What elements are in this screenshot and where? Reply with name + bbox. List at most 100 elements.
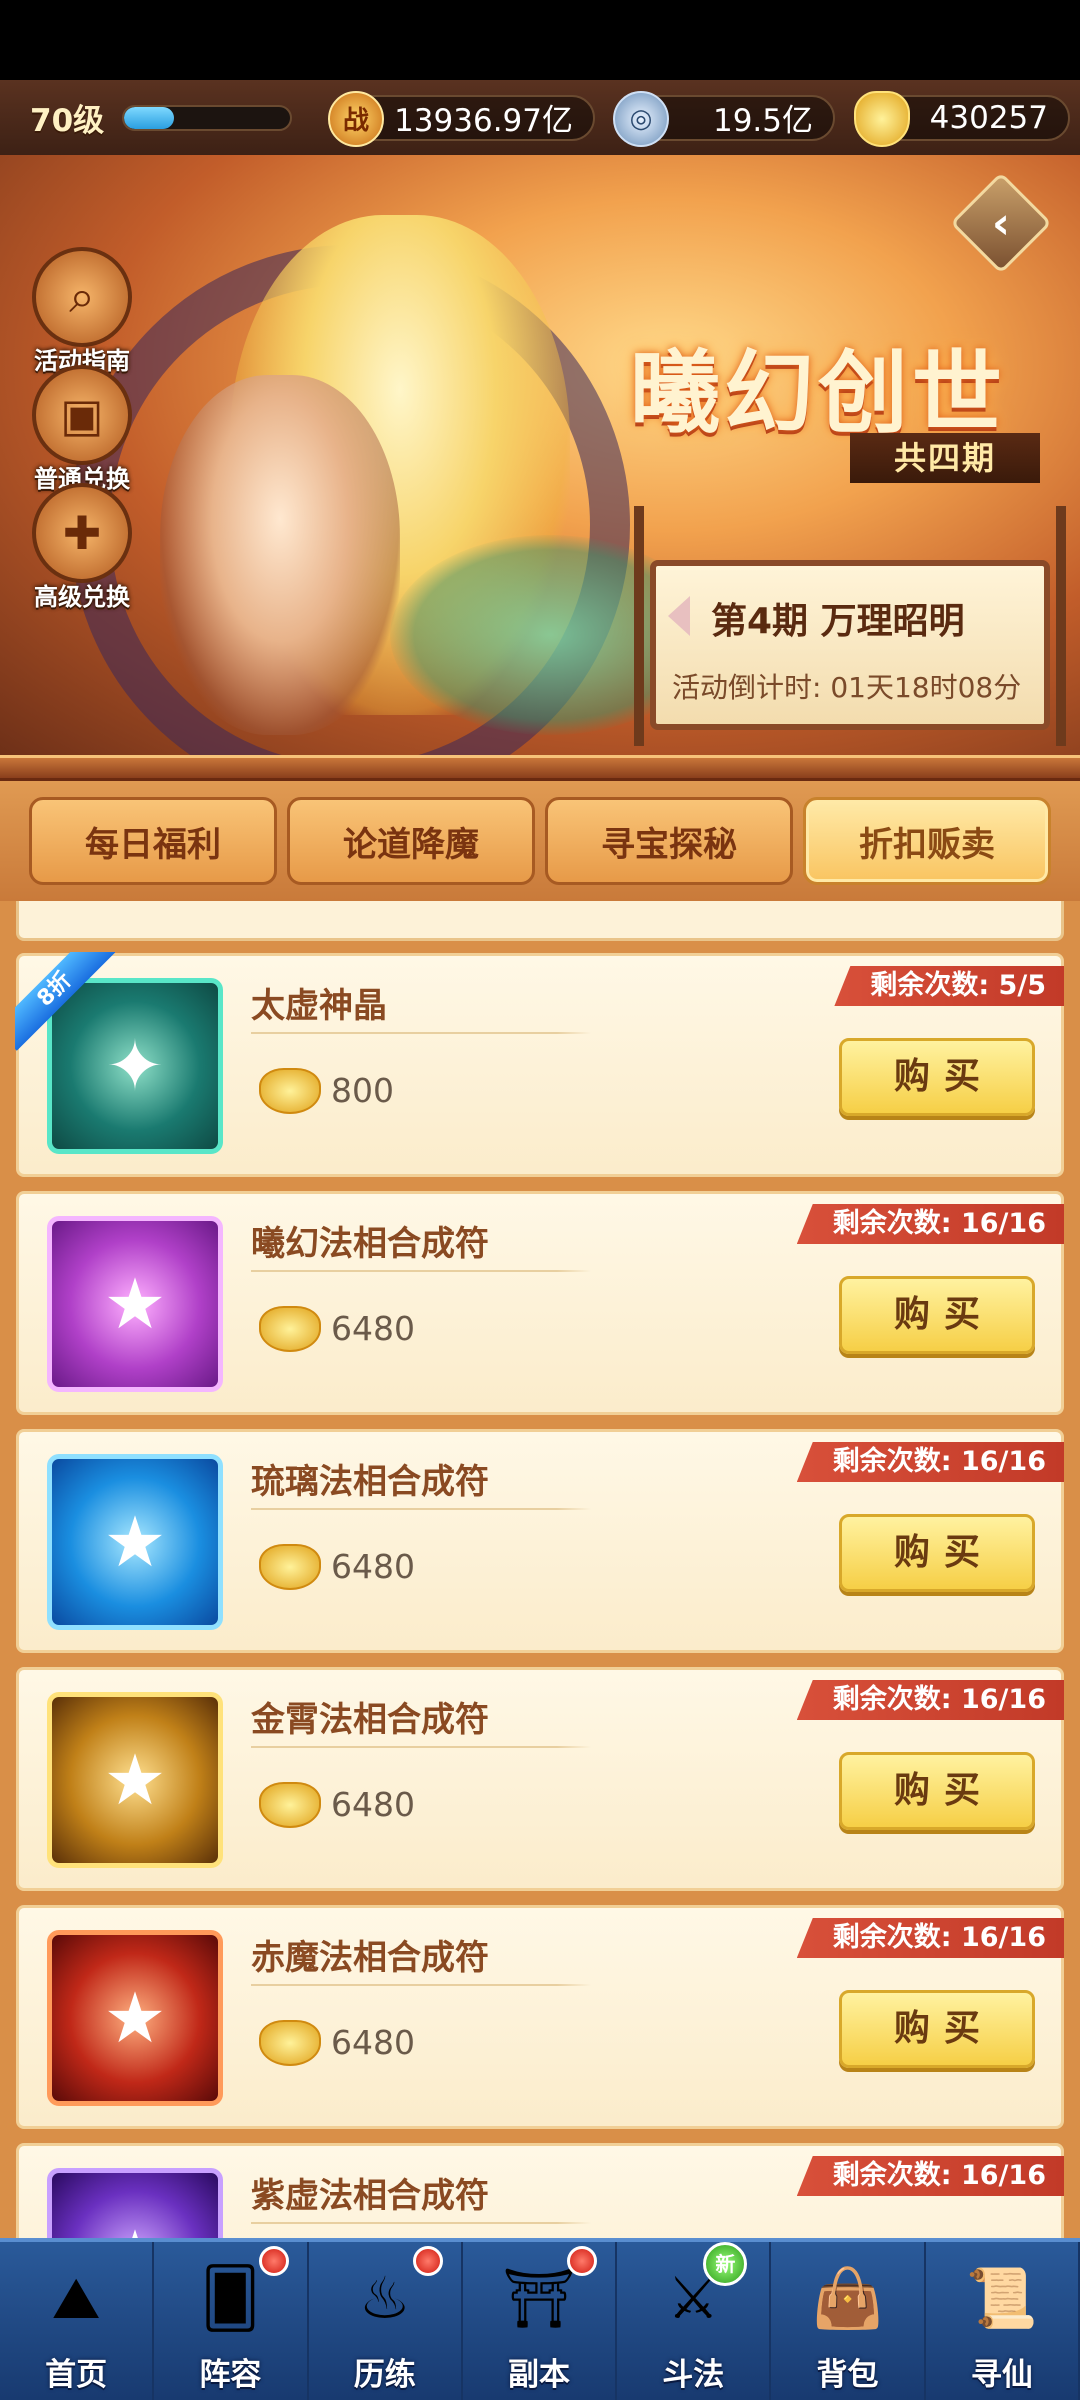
tab-discount-sale[interactable]: 折扣贩卖 [803, 797, 1051, 885]
gold-ingot-icon [259, 1544, 321, 1590]
level-progress-bar [122, 104, 292, 131]
gold-ingot-icon [259, 1068, 321, 1114]
hero-illustration-secondary [160, 375, 400, 735]
item-price: 800 [331, 1071, 394, 1110]
nav-label: 斗法 [662, 2357, 725, 2393]
gold-ingot-icon [259, 2020, 321, 2066]
player-level: 70级 [30, 103, 105, 139]
jinxiao-talisman-icon[interactable]: ★ [47, 1692, 223, 1868]
power-value: 13936.97亿 [394, 103, 573, 139]
remaining-count: 剩余次数: 16/16 [796, 2156, 1064, 2196]
xihuan-talisman-icon[interactable]: ★ [47, 1216, 223, 1392]
gold-divider [0, 755, 1080, 781]
buy-button[interactable]: 购买 [839, 1276, 1035, 1354]
item-name: 曦幻法相合成符 [251, 1224, 489, 1264]
notification-dot [412, 2246, 443, 2276]
phase-name: 第4期 万理昭明 [711, 601, 965, 642]
power-icon: 战 [328, 90, 384, 147]
gold-value: 430257 [929, 99, 1048, 136]
nav-bag[interactable]: 👜 背包 [771, 2242, 926, 2400]
advanced-exchange-label: 高级兑换 [34, 583, 130, 611]
buy-button[interactable]: 购买 [839, 1990, 1035, 2068]
remaining-count: 剩余次数: 16/16 [796, 1442, 1064, 1482]
nav-seek-immortal[interactable]: 📜 寻仙 [926, 2242, 1080, 2400]
liuli-talisman-icon[interactable]: ★ [47, 1454, 223, 1630]
remaining-count: 剩余次数: 5/5 [834, 966, 1064, 1006]
level-progress-fill [124, 106, 174, 129]
gold-display[interactable]: 430257 [854, 90, 1070, 147]
item-price: 6480 [331, 1309, 415, 1348]
prev-phase-arrow-icon[interactable] [668, 596, 690, 636]
nav-label: 历练 [353, 2357, 416, 2393]
tab-demon-debate[interactable]: 论道降魔 [287, 797, 535, 885]
item-divider [251, 1270, 591, 1272]
coin-display[interactable]: ◎ 19.5亿 [613, 90, 835, 147]
gold-ingot-icon [259, 1306, 321, 1352]
chimo-talisman-icon[interactable]: ★ [47, 1930, 223, 2106]
bottom-nav: ⛰ 首页 🂠 阵容 ♨ 历练 ⛩ 副本 ⚔ 新 斗法 👜 背包 📜 寻仙 [0, 2238, 1080, 2400]
tab-bar: 每日福利 论道降魔 寻宝探秘 折扣贩卖 [0, 781, 1080, 901]
status-bar [0, 0, 1080, 80]
countdown-text: 活动倒计时: 01天18时08分 [672, 671, 1022, 704]
guide-button[interactable]: ⌕ 活动指南 [22, 247, 142, 376]
item-name: 太虚神晶 [251, 986, 387, 1026]
item-divider [251, 1032, 591, 1034]
magnifier-icon: ⌕ [32, 247, 132, 347]
nav-dungeon[interactable]: ⛩ 副本 [463, 2242, 618, 2400]
discount-text: 8折 [15, 952, 115, 1051]
buy-button[interactable]: 购买 [839, 1038, 1035, 1116]
item-name: 金霄法相合成符 [251, 1700, 489, 1740]
remaining-count: 剩余次数: 16/16 [796, 1918, 1064, 1958]
item-price: 6480 [331, 2023, 415, 2062]
nav-lineup[interactable]: 🂠 阵容 [154, 2242, 309, 2400]
tab-daily-welfare[interactable]: 每日福利 [29, 797, 277, 885]
item-name: 紫虚法相合成符 [251, 2176, 489, 2216]
item-name: 赤魔法相合成符 [251, 1938, 489, 1978]
item-divider [251, 1746, 591, 1748]
gold-ingot-icon [854, 90, 910, 147]
nav-label: 首页 [45, 2357, 108, 2393]
normal-exchange-button[interactable]: ▣ 普通兑换 [22, 365, 142, 494]
item-name: 琉璃法相合成符 [251, 1462, 489, 1502]
event-banner: ‹ ⌕ 活动指南 ▣ 普通兑换 ✚ 高级兑换 曦幻创世 共四期 第4期 万理昭明… [0, 155, 1080, 755]
buy-button[interactable]: 购买 [839, 1752, 1035, 1830]
nav-training[interactable]: ♨ 历练 [309, 2242, 463, 2400]
mountain-icon: ⛰ [51, 2263, 101, 2332]
list-item: ★ 紫虚法相合成符 剩余次数: 16/16 [16, 2143, 1064, 2238]
nav-label: 背包 [816, 2357, 879, 2393]
nav-home[interactable]: ⛰ 首页 [0, 2242, 155, 2400]
list-item: ★ 曦幻法相合成符 6480 剩余次数: 16/16 购买 [16, 1191, 1064, 1415]
remaining-count: 剩余次数: 16/16 [796, 1680, 1064, 1720]
chest-icon: ▣ [32, 365, 132, 465]
buy-button[interactable]: 购买 [839, 1514, 1035, 1592]
period-total: 共四期 [850, 433, 1040, 483]
bag-icon: 👜 [811, 2263, 884, 2332]
item-divider [251, 2222, 591, 2224]
coin-value: 19.5亿 [712, 103, 813, 139]
notification-dot [567, 2246, 598, 2276]
list-item-partial [16, 901, 1064, 941]
gift-icon: ✚ [32, 483, 132, 583]
item-price: 6480 [331, 1785, 415, 1824]
remaining-count: 剩余次数: 16/16 [796, 1204, 1064, 1244]
zixu-talisman-icon[interactable]: ★ [47, 2168, 223, 2238]
power-display: 战 13936.97亿 [328, 90, 595, 147]
item-price: 6480 [331, 1547, 415, 1586]
back-arrow-icon: ‹ [991, 197, 1011, 249]
discount-badge: 8折 [15, 952, 115, 1052]
back-button[interactable]: ‹ [950, 172, 1052, 274]
resource-bar: 70级 战 13936.97亿 ◎ 19.5亿 430257 [0, 80, 1080, 155]
advanced-exchange-button[interactable]: ✚ 高级兑换 [22, 483, 142, 612]
phase-board: 第4期 万理昭明 活动倒计时: 01天18时08分 [634, 506, 1066, 746]
list-item: ★ 金霄法相合成符 6480 剩余次数: 16/16 购买 [16, 1667, 1064, 1891]
list-item: ✦ 8折 太虚神晶 800 剩余次数: 5/5 购买 [15, 952, 1064, 1177]
item-list[interactable]: ✦ 8折 太虚神晶 800 剩余次数: 5/5 购买 ★ 曦幻法相合成符 648… [0, 901, 1080, 2238]
nav-battle[interactable]: ⚔ 新 斗法 [617, 2242, 772, 2400]
tab-treasure-hunt[interactable]: 寻宝探秘 [545, 797, 793, 885]
gold-ingot-icon [259, 1782, 321, 1828]
item-divider [251, 1984, 591, 1986]
notification-dot [258, 2246, 289, 2276]
event-title: 曦幻创世 [630, 340, 1006, 446]
nav-label: 阵容 [199, 2357, 262, 2393]
coin-icon: ◎ [613, 90, 669, 147]
